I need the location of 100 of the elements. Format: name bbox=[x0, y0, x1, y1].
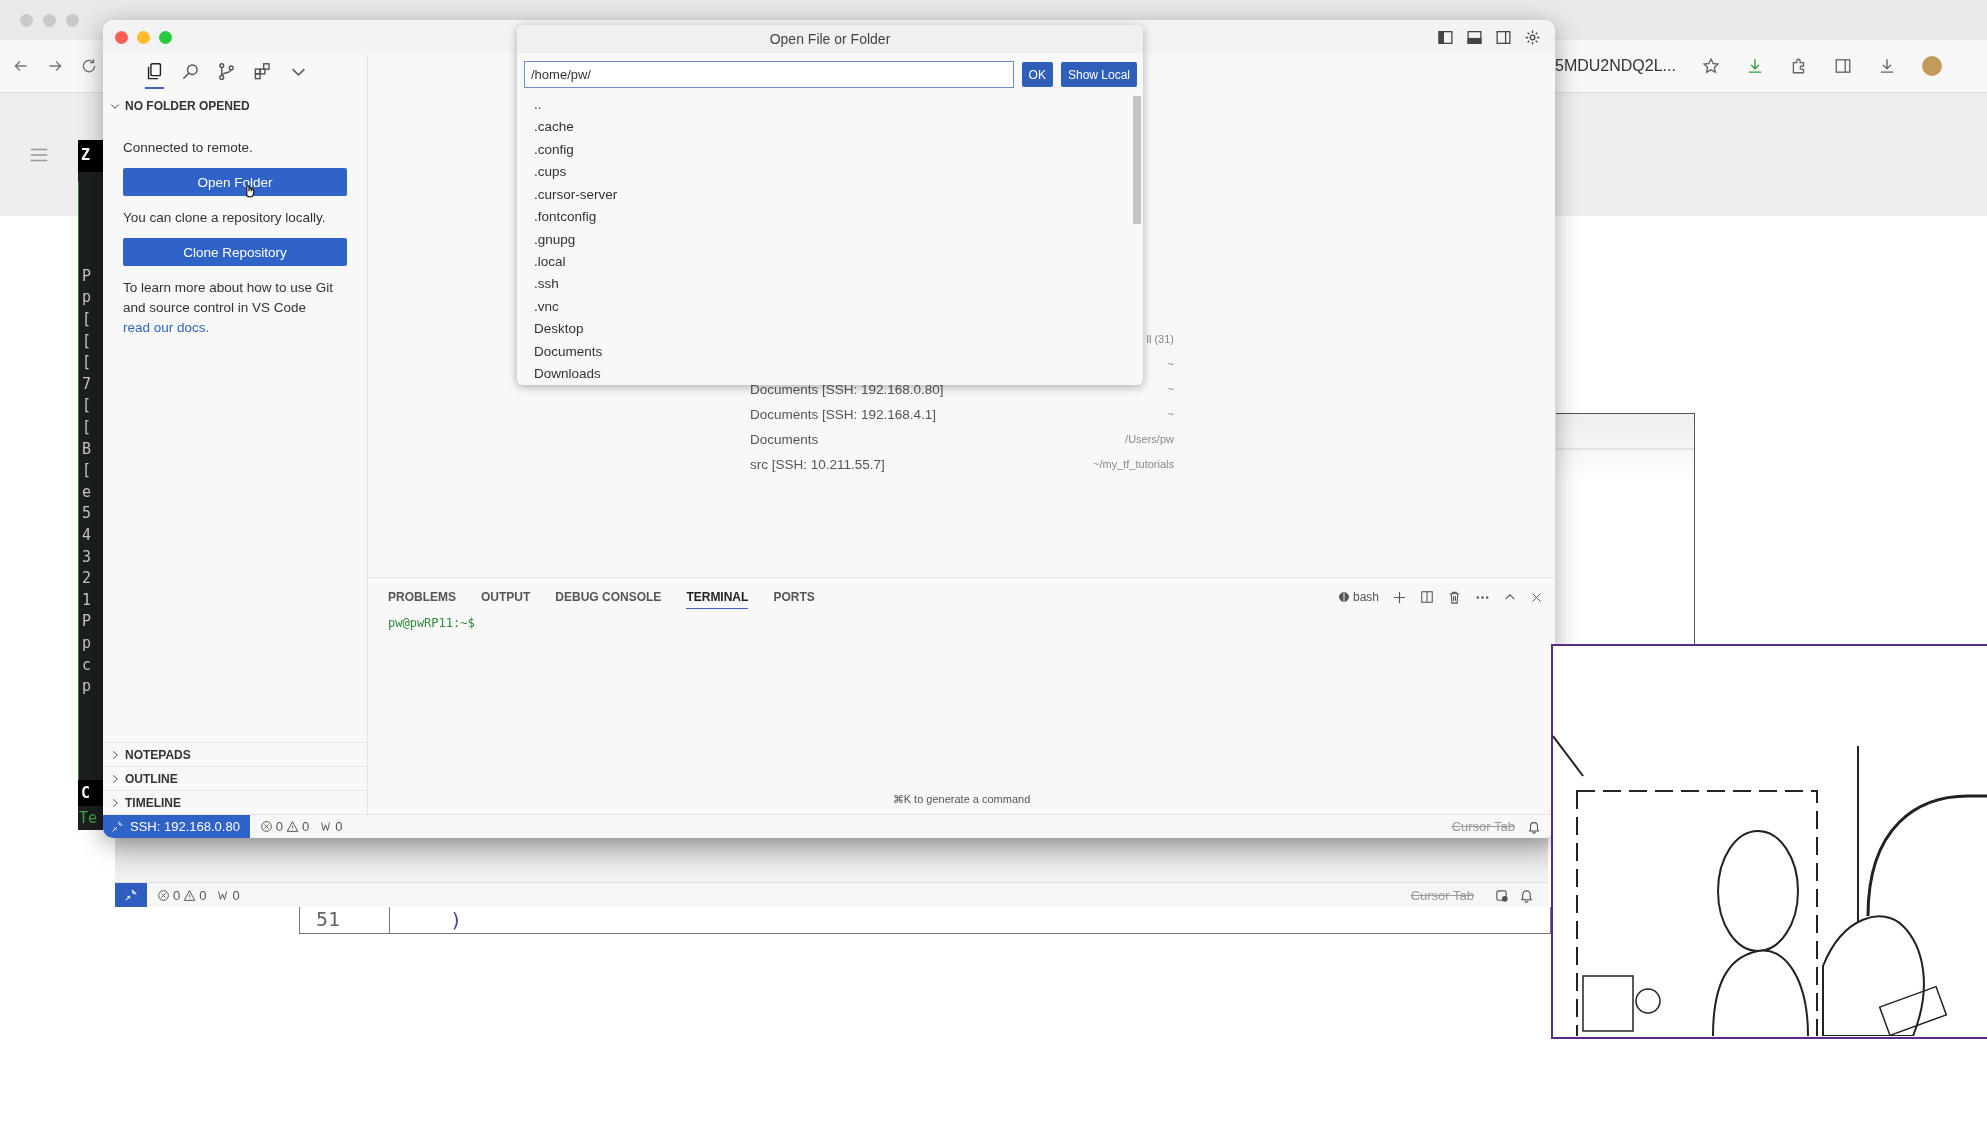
shell-button[interactable]: bash bbox=[1337, 590, 1379, 604]
info-text: You can clone a repository locally. bbox=[123, 209, 327, 227]
warning-count: 0 bbox=[302, 819, 310, 834]
panel-tab[interactable]: PORTS bbox=[773, 585, 815, 609]
path-text: ~ bbox=[1167, 358, 1174, 370]
path-text: ~ bbox=[1167, 408, 1174, 420]
recent-item[interactable]: Documents bbox=[750, 431, 1126, 447]
terminal-line: [ bbox=[82, 396, 93, 415]
folder-item[interactable]: .fontconfig bbox=[534, 205, 1143, 228]
open-folder-button[interactable]: Open Folder bbox=[123, 168, 347, 196]
terminal-line: P bbox=[82, 612, 93, 631]
folder-item[interactable]: .cursor-server bbox=[534, 182, 1143, 206]
ports-button[interactable]: 0 bbox=[319, 819, 343, 834]
files-icon[interactable] bbox=[145, 61, 164, 89]
section-title[interactable]: NOTEPADS bbox=[125, 747, 191, 762]
terminal-line: [ bbox=[82, 461, 93, 480]
panel-toggle-icon[interactable] bbox=[1466, 28, 1483, 46]
folder-item[interactable]: .gnupg bbox=[534, 227, 1143, 251]
path-text: ~ bbox=[1167, 383, 1174, 395]
folder-item[interactable]: .config bbox=[534, 137, 1143, 161]
agent-icon[interactable] bbox=[1494, 887, 1509, 903]
warning-icon bbox=[286, 820, 300, 833]
folder-item[interactable]: .ssh bbox=[534, 272, 1143, 296]
recent-item[interactable]: src [SSH: 10.211.55.7] bbox=[750, 456, 1093, 472]
terminal-line: [ bbox=[82, 331, 93, 350]
terminal-line: [ bbox=[82, 418, 93, 436]
error-count: 0 bbox=[173, 887, 181, 903]
folder-item[interactable]: .local bbox=[534, 250, 1143, 273]
bell-icon[interactable] bbox=[1519, 887, 1534, 903]
ports-count: 0 bbox=[335, 819, 343, 834]
terminal-line: 4 bbox=[82, 526, 93, 544]
terminal-line: P bbox=[82, 266, 93, 285]
terminal-prompt: pw@pwRP11:~$ bbox=[388, 616, 475, 630]
path-field[interactable]: /home/pw/ bbox=[524, 61, 1014, 88]
section-title[interactable]: TIMELINE bbox=[125, 795, 181, 810]
terminal-line: p bbox=[82, 677, 93, 696]
problems-button[interactable]: 0 0 bbox=[259, 819, 310, 834]
address-text[interactable]: 5MDU2NDQ2L... bbox=[1555, 57, 1676, 75]
panel-tab[interactable]: PROBLEMS bbox=[388, 585, 456, 609]
panel-tab[interactable]: OUTPUT bbox=[481, 585, 531, 609]
new-terminal-icon[interactable] bbox=[1392, 589, 1407, 605]
status-text: Connected to remote. bbox=[123, 139, 254, 157]
folder-item[interactable]: Documents bbox=[534, 340, 1143, 363]
panel-tab[interactable]: DEBUG CONSOLE bbox=[555, 585, 662, 609]
reload-icon[interactable] bbox=[80, 57, 98, 75]
path-text: ll (31) bbox=[1146, 333, 1174, 345]
trash-icon[interactable] bbox=[1447, 589, 1462, 605]
settings-icon[interactable] bbox=[1524, 28, 1541, 46]
dialog-button[interactable]: OK bbox=[1021, 62, 1053, 87]
terminal-line: B bbox=[82, 439, 93, 458]
ports-icon bbox=[216, 888, 230, 902]
sidebar-icon[interactable] bbox=[1833, 57, 1852, 75]
dialog-title: Open File or Folder bbox=[517, 25, 1143, 53]
folder-item[interactable]: .. bbox=[534, 93, 1143, 116]
sidebar-toggle-icon[interactable] bbox=[1495, 28, 1512, 46]
info-text: To learn more about how to use Git and source control in VS Code read our docs. bbox=[123, 279, 335, 337]
remote-button[interactable]: SSH: 192.168.0.80 bbox=[103, 815, 250, 838]
terminal-line: 3 bbox=[82, 547, 93, 566]
ports-icon bbox=[319, 820, 333, 833]
close-icon[interactable] bbox=[1530, 590, 1543, 604]
clone-repository-button[interactable]: Clone Repository bbox=[123, 238, 347, 266]
terminal-line: e bbox=[82, 482, 93, 501]
line-number: 51 bbox=[300, 907, 390, 933]
error-icon bbox=[259, 820, 273, 833]
path-text: ~/my_tf_tutorials bbox=[1093, 458, 1174, 470]
remote-icon bbox=[111, 820, 124, 833]
code-line: ) bbox=[449, 908, 463, 932]
panel-tab[interactable]: TERMINAL bbox=[686, 585, 749, 609]
folder-item[interactable]: Desktop bbox=[534, 317, 1143, 341]
terminal-line: p bbox=[82, 633, 93, 652]
folder-item[interactable]: .cache bbox=[534, 115, 1143, 138]
window-button[interactable] bbox=[115, 30, 128, 44]
folder-item[interactable]: .vnc bbox=[534, 295, 1143, 318]
problems-button[interactable]: 0 0 bbox=[157, 887, 207, 903]
section-title[interactable]: OUTLINE bbox=[125, 771, 178, 786]
terminal-line: c bbox=[82, 655, 93, 674]
shell-icon bbox=[1337, 591, 1350, 603]
recent-item[interactable]: Documents [SSH: 192.168.4.1] bbox=[750, 406, 1168, 422]
section-title[interactable]: NO FOLDER OPENED bbox=[125, 99, 250, 113]
warning-count: 0 bbox=[199, 887, 207, 903]
docs-link[interactable]: read our docs. bbox=[123, 320, 210, 335]
folder-item[interactable]: .cups bbox=[534, 160, 1143, 183]
error-icon bbox=[157, 888, 170, 902]
sidebar-toggle-icon[interactable] bbox=[1437, 28, 1454, 46]
ports-button[interactable]: 0 bbox=[216, 887, 240, 903]
scrollbar[interactable] bbox=[1133, 96, 1141, 224]
star-icon[interactable] bbox=[1701, 57, 1720, 75]
remote-icon bbox=[124, 888, 138, 902]
split-icon[interactable] bbox=[1420, 590, 1434, 604]
terminal-line: 1 bbox=[82, 590, 93, 609]
terminal-line: [ bbox=[82, 353, 93, 372]
remote-button[interactable] bbox=[115, 883, 147, 907]
terminal-line: 2 bbox=[82, 569, 93, 588]
warning-icon bbox=[183, 888, 197, 902]
ports-count: 0 bbox=[232, 887, 240, 903]
terminal-line: [ bbox=[82, 310, 93, 329]
terminal-line: 7 bbox=[82, 374, 93, 393]
bell-icon[interactable] bbox=[1527, 819, 1541, 834]
hint-text: ⌘K to generate a command bbox=[891, 793, 1032, 806]
dialog-button[interactable]: Show Local bbox=[1060, 62, 1137, 87]
